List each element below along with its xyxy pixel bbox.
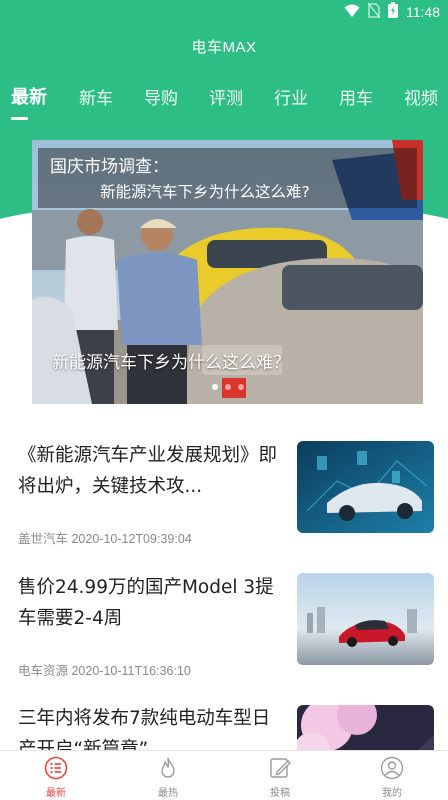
edit-icon [268,756,292,780]
nav-latest[interactable]: 最新 [0,751,112,800]
news-title[interactable]: 《新能源汽车产业发展规划》即将出炉，关键技术攻... [18,440,280,502]
active-tab-indicator [11,117,28,120]
category-tabs: 最新 新车 导购 评测 行业 用车 视频 [0,80,448,120]
news-time: 2020-10-11T16:36:10 [71,664,191,678]
tab-industry[interactable]: 行业 [274,84,308,109]
tab-latest[interactable]: 最新 [11,83,47,109]
status-bar: 11:48 [0,0,448,24]
no-sim-icon [367,2,381,22]
app-screen: 11:48 电车MAX 最新 新车 导购 评测 行业 用车 视频 国庆市场调查：… [0,0,448,800]
status-icons: 11:48 [344,2,440,22]
carousel-dot[interactable] [237,384,244,390]
banner-headline-line2: 新能源汽车下乡为什么这么难? [100,183,310,201]
carousel-dot[interactable] [224,384,231,390]
nav-hot[interactable]: 最热 [112,751,224,800]
status-time: 11:48 [406,4,440,20]
carousel-dot-active[interactable] [211,384,218,390]
nav-submit[interactable]: 投稿 [224,751,336,800]
user-icon [380,756,404,780]
news-source: 电车资源 [18,664,72,678]
news-item[interactable]: 售价24.99万的国产Model 3提车需要2-4周 电车资源 2020-10-… [0,572,448,692]
nav-label: 投稿 [270,788,290,799]
banner-caption: 新能源汽车下乡为什么这么难？ [52,353,290,373]
banner-headline-line1: 国庆市场调查： [50,157,169,177]
nav-label: 我的 [382,788,402,799]
news-item[interactable]: 《新能源汽车产业发展规划》即将出炉，关键技术攻... 盖世汽车 2020-10-… [0,440,448,560]
nav-label: 最热 [158,788,178,799]
tech-car-thumbnail[interactable] [297,441,434,533]
tab-buying-guide[interactable]: 导购 [144,84,178,109]
news-time: 2020-10-12T09:39:04 [71,532,192,546]
carousel-dots [32,384,423,390]
news-meta: 电车资源 2020-10-11T16:36:10 [18,660,191,679]
tab-car-use[interactable]: 用车 [339,84,373,109]
news-meta: 盖世汽车 2020-10-12T09:39:04 [18,528,192,547]
tab-video[interactable]: 视频 [404,84,438,109]
tab-new-cars[interactable]: 新车 [79,84,113,109]
red-car-thumbnail[interactable] [297,573,434,665]
bottom-navigation: 最新 最热 投稿 我的 [0,750,448,800]
banner-carousel[interactable]: 国庆市场调查： 新能源汽车下乡为什么这么难? 新能源汽车下乡为什么这么难？ [32,140,423,404]
app-title: 电车MAX [191,39,257,56]
battery-icon [388,2,398,22]
news-source: 盖世汽车 [18,532,72,546]
flame-icon [156,756,180,780]
news-title[interactable]: 售价24.99万的国产Model 3提车需要2-4周 [18,572,280,634]
nav-profile[interactable]: 我的 [336,751,448,800]
nav-label: 最新 [46,788,66,799]
tab-reviews[interactable]: 评测 [209,84,243,109]
wifi-icon [344,3,360,22]
list-icon [44,756,68,780]
